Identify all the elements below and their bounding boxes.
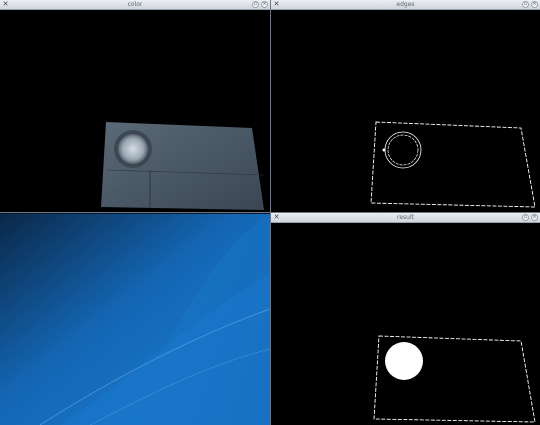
- color-window: ✕ color ▫ ×: [0, 0, 270, 212]
- wallpaper-image: [0, 214, 270, 425]
- window-title: result: [397, 214, 414, 221]
- tray-edges: [370, 121, 536, 208]
- edges-view: [271, 10, 540, 212]
- result-window-titlebar[interactable]: ✕ result ▫ ×: [271, 213, 540, 223]
- dish: [118, 134, 148, 164]
- detected-circle: [385, 342, 423, 380]
- minimize-icon[interactable]: ▫: [252, 1, 259, 8]
- close-icon[interactable]: ×: [261, 1, 268, 8]
- result-window: ✕ result ▫ ×: [271, 213, 540, 425]
- window-title: edges: [396, 1, 415, 8]
- edges-window-titlebar[interactable]: ✕ edges ▫ ×: [271, 0, 540, 10]
- minimize-icon[interactable]: ▫: [522, 1, 529, 8]
- window-title: color: [127, 1, 143, 8]
- edges-window: ✕ edges ▫ ×: [271, 0, 540, 212]
- dish-edge-inner: [387, 134, 419, 166]
- close-icon[interactable]: ×: [531, 1, 538, 8]
- minimize-icon[interactable]: ▫: [522, 214, 529, 221]
- color-image: [101, 122, 265, 210]
- dish-edge-outer: [384, 131, 422, 169]
- desktop-wallpaper: [0, 214, 270, 425]
- horizontal-divider: [0, 212, 540, 213]
- color-window-titlebar[interactable]: ✕ color ▫ ×: [0, 0, 270, 10]
- color-view: [0, 10, 270, 212]
- edges-image: [370, 121, 536, 208]
- result-image: [373, 335, 536, 423]
- result-view: [271, 223, 540, 425]
- close-icon[interactable]: ×: [531, 214, 538, 221]
